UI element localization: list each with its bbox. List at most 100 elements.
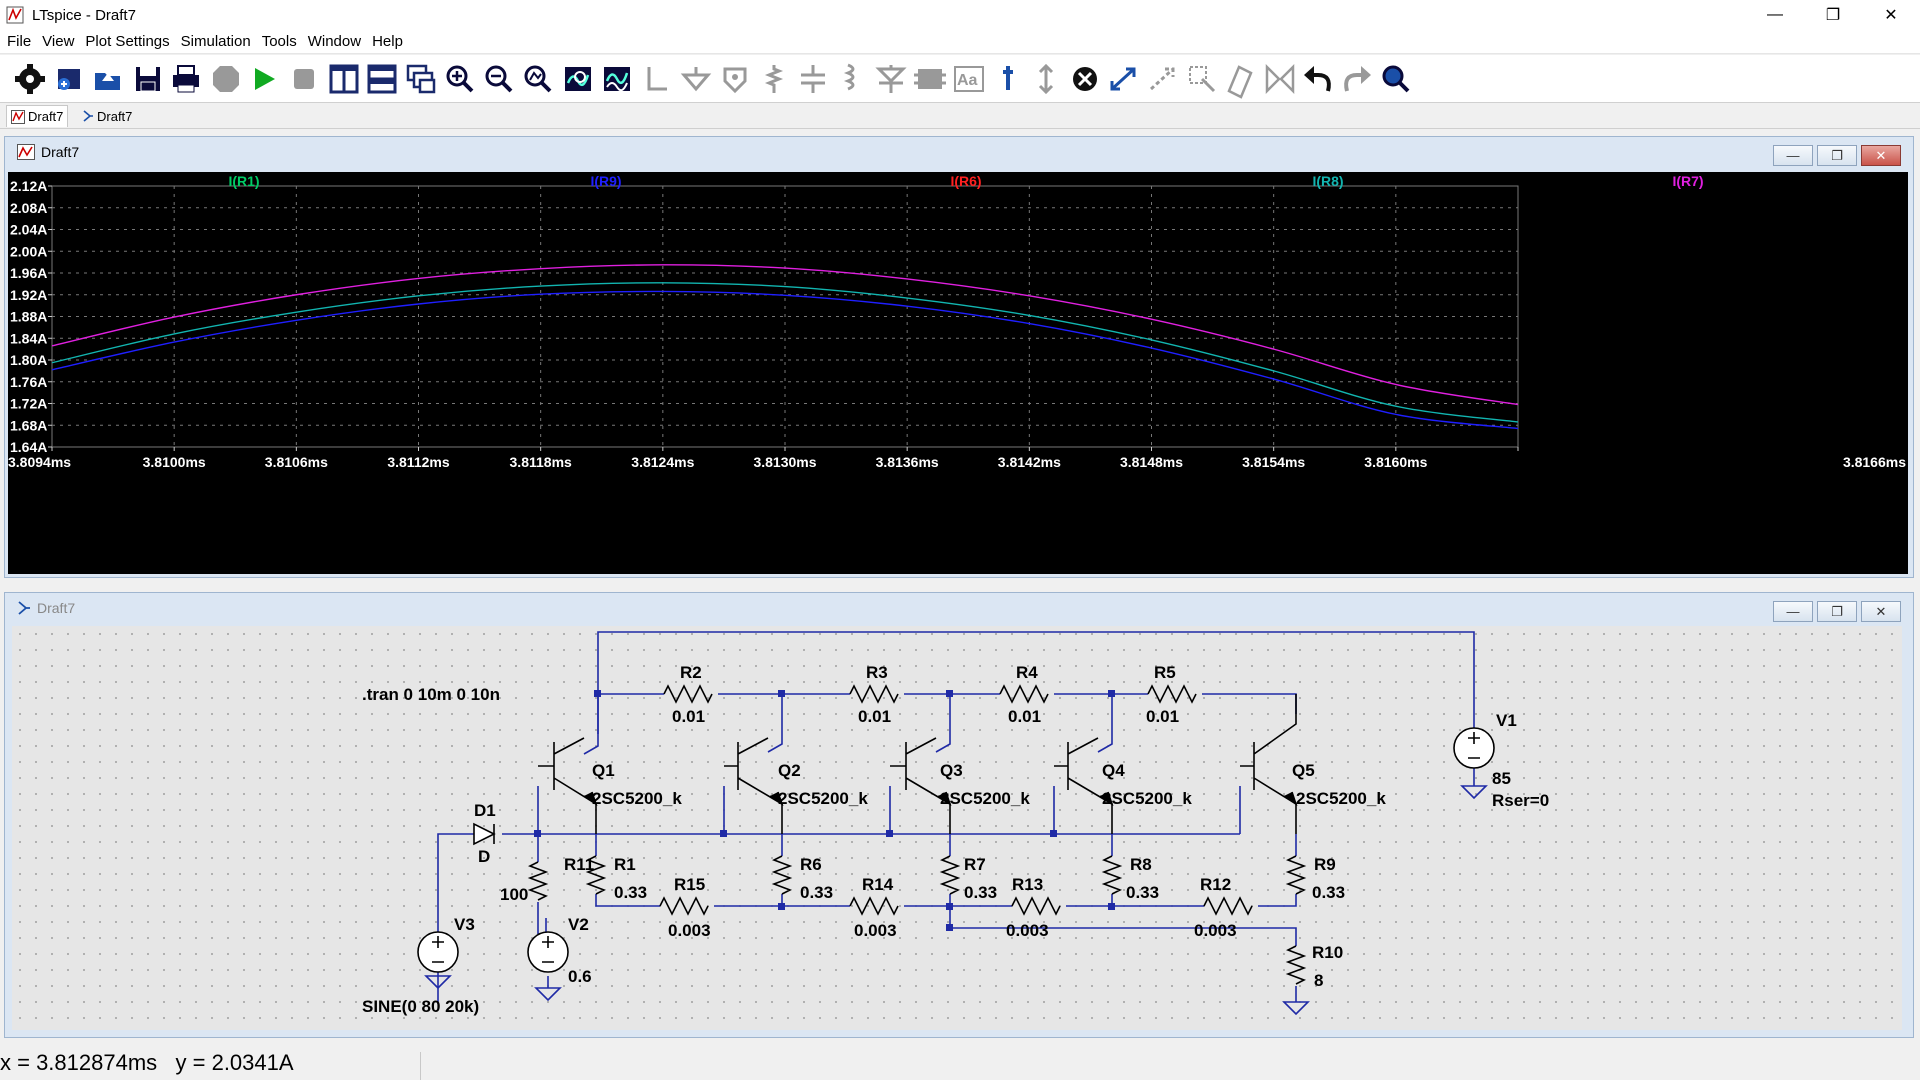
menu-window[interactable]: Window (308, 33, 372, 50)
legend-entry[interactable]: I(R7) (1672, 173, 1703, 189)
plot-minimize-button[interactable]: — (1773, 145, 1813, 166)
schematic-canvas[interactable]: .tran 0 10m 0 10n R2 0.01 R3 0.01 R4 0.0… (12, 626, 1902, 1030)
r2-label: R2 (680, 663, 702, 682)
close-button[interactable]: ✕ (1862, 0, 1920, 30)
r8-value: 0.33 (1126, 883, 1159, 902)
spice-directive-icon[interactable] (1003, 66, 1013, 90)
run-icon[interactable] (255, 68, 275, 90)
undo-icon[interactable] (1304, 66, 1331, 92)
schematic-minimize-button[interactable]: — (1773, 601, 1813, 622)
r1-value: 0.33 (614, 883, 647, 902)
open-icon[interactable] (95, 73, 120, 90)
restore-button[interactable]: ❐ (1804, 0, 1862, 30)
paste-icon[interactable] (1227, 65, 1253, 99)
print-icon[interactable] (173, 65, 199, 93)
tab-label: Draft7 (28, 109, 64, 124)
text-icon[interactable]: Aa (954, 66, 984, 92)
r3-label: R3 (866, 663, 888, 682)
schematic-maximize-button[interactable]: ❐ (1817, 601, 1857, 622)
v1-label: V1 (1496, 711, 1517, 730)
menu-view[interactable]: View (42, 33, 85, 50)
resistor-icon[interactable] (764, 65, 784, 93)
spice-directive[interactable]: .tran 0 10m 0 10n (362, 685, 500, 704)
plot-maximize-button[interactable]: ❐ (1817, 145, 1857, 166)
plot-background (8, 172, 1908, 574)
plot-close-button[interactable]: ✕ (1861, 145, 1901, 166)
cursor-y-readout: y = 2.0341A (175, 1050, 294, 1075)
label-icon[interactable] (723, 67, 747, 94)
x-tick-label: 3.8124ms (631, 454, 694, 470)
redo-icon[interactable] (1344, 66, 1371, 92)
x-tick-label: 3.8154ms (1242, 454, 1305, 470)
plot-icon (17, 144, 35, 160)
zoom-in-icon[interactable] (446, 65, 474, 93)
y-tick-label: 1.96A (10, 265, 47, 281)
y-tick-label: 1.80A (10, 352, 47, 368)
r9-value: 0.33 (1312, 883, 1345, 902)
x-tick-label: 3.8160ms (1364, 454, 1427, 470)
rotate-icon[interactable] (1149, 67, 1175, 91)
halt-icon[interactable] (213, 66, 239, 92)
minimize-button[interactable]: — (1746, 0, 1804, 30)
y-tick-label: 1.92A (10, 287, 47, 303)
legend-entry[interactable]: I(R8) (1312, 173, 1343, 189)
r14-value: 0.003 (854, 921, 897, 940)
waveform-plot[interactable]: 2.12A 2.08A 2.04A 2.00A 1.96A 1.92A 1.88A 1.84A… (8, 172, 1908, 574)
inductor-icon[interactable] (843, 63, 855, 91)
status-separator (420, 1052, 421, 1080)
tab-plot-draft7[interactable]: Draft7 (6, 105, 69, 127)
cascade-icon[interactable] (406, 64, 436, 94)
plot-icon (11, 109, 25, 124)
capacitor-icon[interactable] (801, 65, 825, 93)
legend-entry[interactable]: I(R1) (228, 173, 259, 189)
tab-schematic-draft7[interactable]: Draft7 (78, 105, 136, 127)
r5-value: 0.01 (1146, 707, 1179, 726)
x-tick-label: 3.8100ms (143, 454, 206, 470)
q3-model: 2SC5200_k (940, 789, 1030, 808)
r10-label: R10 (1312, 943, 1343, 962)
tile-vertical-icon[interactable] (329, 64, 359, 94)
ltspice-app-icon (6, 6, 24, 24)
zoom-fit-icon[interactable] (524, 65, 552, 93)
mirror-icon[interactable] (1189, 66, 1216, 93)
r15-label: R15 (674, 875, 705, 894)
drag-icon[interactable] (1110, 67, 1136, 91)
open-schematic-icon[interactable] (58, 69, 80, 90)
x-tick-label: 3.8094ms (8, 454, 71, 470)
schematic-window-controls: — ❐ ✕ (1773, 601, 1901, 622)
find-icon[interactable] (1382, 65, 1410, 93)
r13-label: R13 (1012, 875, 1043, 894)
r1-label: R1 (614, 855, 636, 874)
legend-entry[interactable]: I(R6) (950, 173, 981, 189)
x-tick-label: 3.8106ms (265, 454, 328, 470)
menu-help[interactable]: Help (372, 33, 414, 50)
y-tick-label: 1.88A (10, 309, 47, 325)
wire-icon[interactable] (647, 67, 667, 91)
q2-label: Q2 (778, 761, 801, 780)
legend-entry[interactable]: I(R9) (590, 173, 621, 189)
delete-icon[interactable] (1073, 67, 1097, 91)
diode-icon[interactable] (875, 65, 907, 93)
component-icon[interactable] (914, 69, 946, 89)
y-tick-label: 2.00A (10, 243, 47, 259)
move-icon[interactable] (1038, 63, 1054, 95)
r13-value: 0.003 (1006, 921, 1049, 940)
save-icon[interactable] (136, 67, 160, 92)
v2-label: V2 (568, 915, 589, 934)
toolbar: Aa (0, 55, 1920, 103)
y-tick-label: 1.68A (10, 417, 47, 433)
settings-icon[interactable] (15, 64, 45, 94)
menu-simulation[interactable]: Simulation (181, 33, 262, 50)
menu-tools[interactable]: Tools (262, 33, 308, 50)
zoom-out-icon[interactable] (485, 65, 513, 93)
ground-icon[interactable] (680, 67, 712, 92)
tile-horizontal-icon[interactable] (367, 64, 397, 94)
stop-icon[interactable] (294, 69, 314, 89)
flip-icon[interactable] (1265, 63, 1295, 95)
menu-file[interactable]: File (7, 33, 42, 50)
menu-plot-settings[interactable]: Plot Settings (85, 33, 180, 50)
r4-value: 0.01 (1008, 707, 1041, 726)
waveform-icon[interactable] (604, 67, 630, 92)
schematic-close-button[interactable]: ✕ (1861, 601, 1901, 622)
autorange-icon[interactable] (565, 67, 591, 91)
